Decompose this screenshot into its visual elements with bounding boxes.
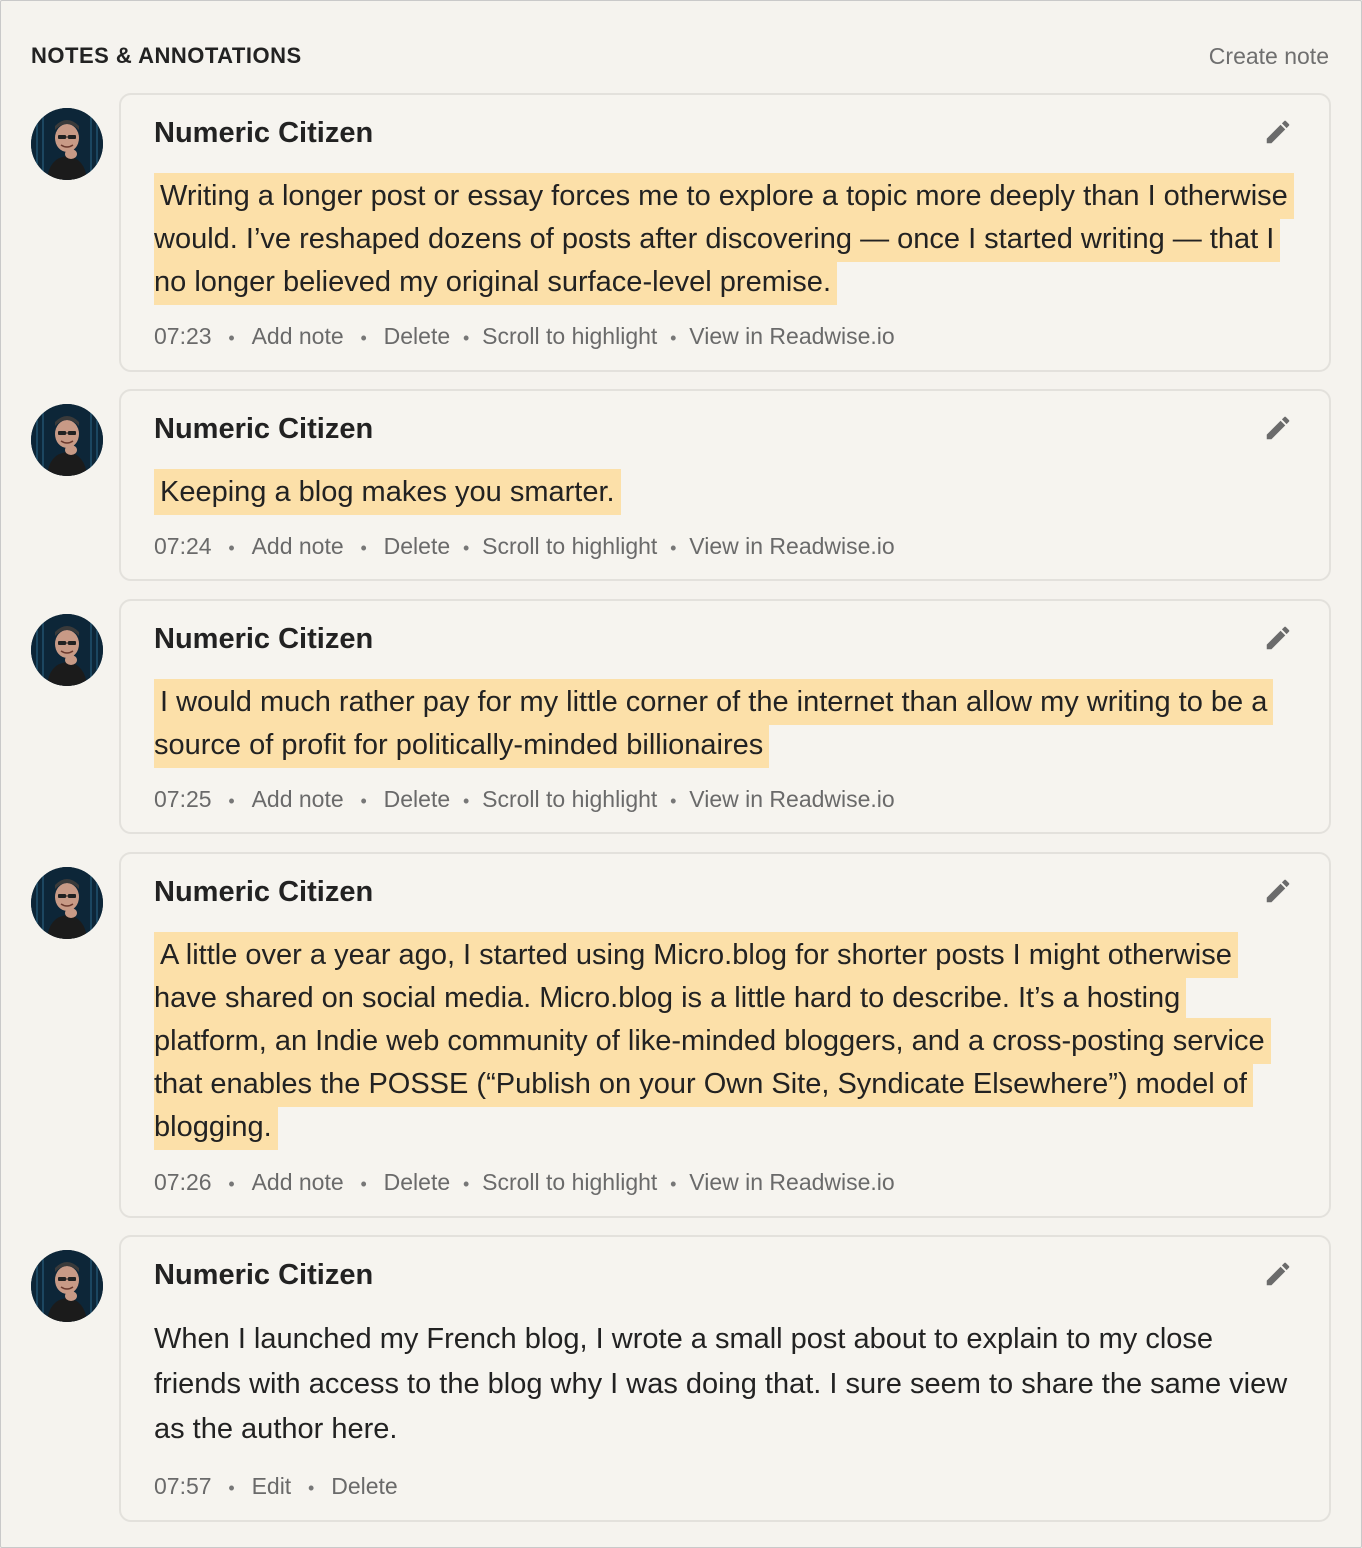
highlight-text: I would much rather pay for my little co… [154, 679, 1293, 768]
delete-button[interactable]: Delete [384, 323, 450, 349]
view-in-readwise-link[interactable]: View in Readwise.io [689, 323, 894, 349]
author-name: Numeric Citizen [154, 623, 374, 655]
note-card: Numeric Citizen When I launched my Frenc… [119, 1235, 1331, 1522]
highlight-content: A little over a year ago, I started usin… [154, 939, 1265, 1143]
annotation-meta: 07:24 • Add note • Delete • Scroll to highligh… [154, 533, 895, 559]
scroll-to-highlight-button[interactable]: Scroll to highlight [482, 533, 657, 559]
avatar[interactable] [31, 108, 103, 180]
annotation-card: Numeric Citizen I would much rather pay … [119, 599, 1331, 834]
highlight-content: I would much rather pay for my little co… [154, 686, 1268, 761]
annotation-card: Numeric Citizen Writing a longer post or… [119, 93, 1331, 372]
add-note-button[interactable]: Add note [252, 323, 344, 349]
annotation-entry: Numeric Citizen I would much rather pay … [31, 599, 1331, 834]
annotation-meta: 07:25 • Add note • Delete • Scroll to highligh… [154, 786, 895, 812]
author-name: Numeric Citizen [154, 117, 374, 149]
annotation-meta: 07:26 • Add note • Delete • Scroll to highligh… [154, 1169, 895, 1195]
highlight-text: Writing a longer post or essay forces me… [154, 173, 1294, 305]
edit-button[interactable]: Edit [252, 1473, 292, 1499]
pencil-icon[interactable] [1263, 1259, 1293, 1289]
add-note-button[interactable]: Add note [252, 1169, 344, 1195]
annotation-entry: Numeric Citizen A little over a year ago… [31, 852, 1331, 1218]
avatar[interactable] [31, 867, 103, 939]
author-name: Numeric Citizen [154, 1259, 374, 1291]
add-note-button[interactable]: Add note [252, 533, 344, 559]
add-note-button[interactable]: Add note [252, 786, 344, 812]
view-in-readwise-link[interactable]: View in Readwise.io [689, 786, 894, 812]
delete-button[interactable]: Delete [384, 533, 450, 559]
avatar[interactable] [31, 1250, 103, 1322]
view-in-readwise-link[interactable]: View in Readwise.io [689, 1169, 894, 1195]
panel-header: NOTES & ANNOTATIONS Create note [31, 43, 1329, 73]
delete-button[interactable]: Delete [331, 1473, 397, 1499]
highlight-content: Keeping a blog makes you smarter. [160, 476, 615, 508]
annotation-entry: Numeric Citizen Keeping a blog makes you… [31, 389, 1331, 581]
timestamp: 07:57 [154, 1473, 212, 1499]
timestamp: 07:26 [154, 1169, 212, 1195]
pencil-icon[interactable] [1263, 117, 1293, 147]
highlight-text: Keeping a blog makes you smarter. [154, 469, 1293, 515]
scroll-to-highlight-button[interactable]: Scroll to highlight [482, 323, 657, 349]
create-note-button[interactable]: Create note [1209, 43, 1329, 70]
highlight-content: Writing a longer post or essay forces me… [154, 180, 1288, 298]
timestamp: 07:23 [154, 323, 212, 349]
timestamp: 07:25 [154, 786, 212, 812]
scroll-to-highlight-button[interactable]: Scroll to highlight [482, 1169, 657, 1195]
pencil-icon[interactable] [1263, 876, 1293, 906]
annotation-meta: 07:57 • Edit • Delete [154, 1473, 398, 1499]
annotation-card: Numeric Citizen A little over a year ago… [119, 852, 1331, 1218]
author-name: Numeric Citizen [154, 876, 374, 908]
highlight-text: A little over a year ago, I started usin… [154, 932, 1293, 1150]
note-entry: Numeric Citizen When I launched my Frenc… [31, 1235, 1331, 1522]
annotation-card: Numeric Citizen Keeping a blog makes you… [119, 389, 1331, 581]
delete-button[interactable]: Delete [384, 786, 450, 812]
avatar[interactable] [31, 404, 103, 476]
annotations-panel: NOTES & ANNOTATIONS Create note Numeric … [0, 0, 1362, 1548]
note-text: When I launched my French blog, I wrote … [154, 1323, 1288, 1445]
view-in-readwise-link[interactable]: View in Readwise.io [689, 533, 894, 559]
annotation-entry: Numeric Citizen Writing a longer post or… [31, 93, 1331, 372]
pencil-icon[interactable] [1263, 623, 1293, 653]
delete-button[interactable]: Delete [384, 1169, 450, 1195]
pencil-icon[interactable] [1263, 413, 1293, 443]
timestamp: 07:24 [154, 533, 212, 559]
author-name: Numeric Citizen [154, 413, 374, 445]
annotation-meta: 07:23 • Add note • Delete • Scroll to highligh… [154, 323, 895, 349]
scroll-to-highlight-button[interactable]: Scroll to highlight [482, 786, 657, 812]
panel-title: NOTES & ANNOTATIONS [31, 43, 302, 68]
avatar[interactable] [31, 614, 103, 686]
